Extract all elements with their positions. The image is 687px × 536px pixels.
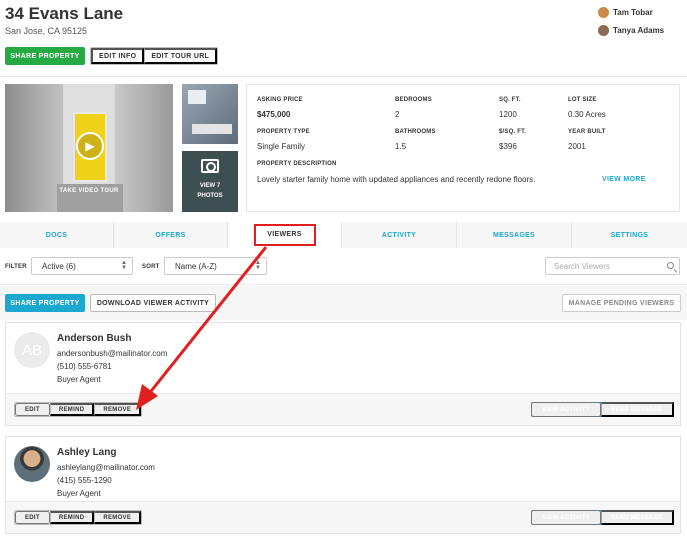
user-name: Tam Tobar [613,7,653,17]
view-photos-line1: VIEW 7 [199,183,221,189]
sort-label: SORT [142,264,160,270]
avatar [14,446,50,482]
remove-button[interactable]: REMOVE [94,403,142,416]
property-tabs: DOCS OFFERS VIEWERS ACTIVITY MESSAGES SE… [0,222,687,248]
tab-messages[interactable]: MESSAGES [457,222,572,248]
filter-label: FILTER [5,264,27,270]
send-message-button[interactable]: SEND MESSAGE [601,402,674,417]
view-more-link[interactable]: VIEW MORE [602,176,646,183]
tab-docs[interactable]: DOCS [0,222,114,248]
edit-button[interactable]: EDIT [15,511,50,524]
filter-bar: FILTER Active (6) ▲ ▼ SORT Name (A-Z) ▲ ▼ [0,249,687,285]
viewer-name: Anderson Bush [57,333,132,344]
manage-pending-viewers-button[interactable]: MANAGE PENDING VIEWERS [562,294,681,312]
year-built-label: YEAR BUILT [568,129,606,135]
bedrooms-value: 2 [395,110,400,119]
view-photos-line2: PHOTOS [197,193,223,199]
user-tanya[interactable]: Tanya Adams [598,21,664,39]
tab-settings[interactable]: SETTINGS [572,222,687,248]
sqft-value: 1200 [499,110,517,119]
viewer-name: Ashley Lang [57,447,117,458]
view-photos-button[interactable]: VIEW 7 PHOTOS [182,151,238,212]
property-type-value: Single Family [257,142,306,151]
lot-size-label: LOT SIZE [568,97,597,103]
sqft-label: SQ. FT. [499,97,521,103]
remind-button[interactable]: REMIND [49,403,95,416]
select-arrows-icon: ▲ ▼ [255,260,261,271]
viewer-manage-buttons: EDIT REMIND REMOVE [14,510,143,525]
kitchen-counter [192,124,232,134]
property-details-panel: ASKING PRICE $475,000 BEDROOMS 2 SQ. FT.… [246,84,680,212]
kitchen-window [188,90,206,104]
property-location: San Jose, CA 95125 [5,26,88,36]
viewer-card-footer: EDIT REMIND REMOVE VIEW ACTIVITY SEND ME… [6,501,680,533]
bedrooms-label: BEDROOMS [395,97,432,103]
edit-button[interactable]: EDIT [15,403,50,416]
bathrooms-value: 1.5 [395,142,407,151]
viewer-email: ashleylang@mailinator.com [57,463,155,472]
viewer-card-footer: EDIT REMIND REMOVE VIEW ACTIVITY SEND ME… [6,393,680,425]
select-arrows-icon: ▲ ▼ [121,260,127,271]
asking-price-value: $475,000 [257,110,291,119]
avatar [598,24,609,36]
camera-icon [201,159,219,173]
tab-offers[interactable]: OFFERS [114,222,228,248]
user-tam[interactable]: Tam Tobar [598,3,664,21]
avatar: AB [14,332,50,368]
price-per-sqft-value: $396 [499,142,517,151]
search-icon[interactable] [667,262,674,269]
viewer-contact-buttons: VIEW ACTIVITY SEND MESSAGE [531,510,674,525]
remove-button[interactable]: REMOVE [94,511,142,524]
divider [0,76,687,77]
kitchen-photo-thumbnail[interactable] [182,84,238,144]
viewer-role: Buyer Agent [57,489,101,498]
edit-tour-url-button[interactable]: EDIT TOUR URL [144,48,218,64]
assigned-users: Tam Tobar Tanya Adams [598,3,664,39]
page-title: 34 Evans Lane [5,4,124,23]
viewer-card: AB Anderson Bush andersonbush@mailinator… [5,322,681,426]
viewer-actions-bar: SHARE PROPERTY DOWNLOAD VIEWER ACTIVITY … [0,286,687,320]
tab-activity[interactable]: ACTIVITY [342,222,457,248]
property-header: 34 Evans Lane San Jose, CA 95125 SHARE P… [0,0,687,76]
viewer-role: Buyer Agent [57,375,101,384]
avatar [598,6,609,18]
property-description-label: PROPERTY DESCRIPTION [257,161,337,167]
share-property-header-button[interactable]: SHARE PROPERTY [5,47,85,65]
edit-button-group: EDIT INFO EDIT TOUR URL [90,47,219,65]
lot-size-value: 0.30 Acres [568,110,606,119]
sort-select[interactable]: Name (A-Z) ▲ ▼ [164,257,267,275]
share-property-button[interactable]: SHARE PROPERTY [5,294,85,312]
viewer-manage-buttons: EDIT REMIND REMOVE [14,402,143,417]
viewers-tab-highlight-box [254,224,316,246]
play-icon[interactable]: ▶ [76,132,104,160]
year-built-value: 2001 [568,142,586,151]
bathrooms-label: BATHROOMS [395,129,436,135]
sort-select-value: Name (A-Z) [175,261,217,271]
asking-price-label: ASKING PRICE [257,97,303,103]
price-per-sqft-label: $/SQ. FT. [499,129,527,135]
download-viewer-activity-button[interactable]: DOWNLOAD VIEWER ACTIVITY [90,294,216,312]
user-name: Tanya Adams [613,25,665,35]
search-viewers-input[interactable] [545,257,680,275]
viewer-phone: (510) 555-6781 [57,362,112,371]
property-description: Lovely starter family home with updated … [257,175,536,184]
viewer-card: Ashley Lang ashleylang@mailinator.com (4… [5,436,681,534]
take-video-tour-label: TAKE VIDEO TOUR [59,188,119,194]
remind-button[interactable]: REMIND [49,511,95,524]
viewer-phone: (415) 555-1290 [57,476,112,485]
edit-info-button[interactable]: EDIT INFO [91,48,145,64]
viewer-contact-buttons: VIEW ACTIVITY SEND MESSAGE [531,402,674,417]
property-type-label: PROPERTY TYPE [257,129,310,135]
send-message-button[interactable]: SEND MESSAGE [601,510,674,525]
filter-select[interactable]: Active (6) ▲ ▼ [31,257,133,275]
view-activity-button[interactable]: VIEW ACTIVITY [531,510,602,525]
video-tour-thumbnail[interactable]: ▶ TAKE VIDEO TOUR [5,84,173,212]
filter-select-value: Active (6) [42,261,76,271]
view-photos-label: VIEW 7 PHOTOS [182,181,238,201]
view-activity-button[interactable]: VIEW ACTIVITY [531,402,602,417]
viewer-email: andersonbush@mailinator.com [57,349,168,358]
